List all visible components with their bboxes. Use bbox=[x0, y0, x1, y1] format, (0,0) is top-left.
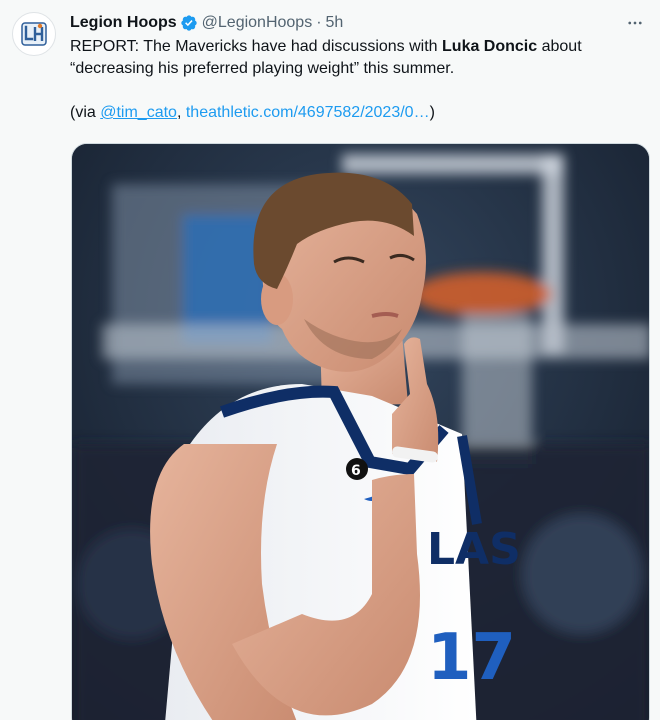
verified-badge-icon bbox=[180, 15, 197, 31]
author-display-name[interactable]: Legion Hoops bbox=[70, 12, 177, 34]
tweet-timestamp[interactable]: 5h bbox=[326, 12, 344, 34]
legion-hoops-logo-icon bbox=[21, 22, 47, 46]
tweet-card[interactable]: Legion Hoops @LegionHoops · 5h REPORT: T… bbox=[0, 0, 660, 720]
via-comma: , bbox=[176, 104, 186, 121]
jersey-number: 17 bbox=[427, 621, 516, 695]
tweet-photo[interactable]: LAS 17 6 bbox=[71, 143, 650, 720]
author-avatar[interactable] bbox=[12, 12, 56, 56]
photo-illustration: LAS 17 6 bbox=[72, 144, 649, 720]
text-spacer bbox=[70, 80, 630, 102]
jersey-lettering: LAS bbox=[427, 524, 521, 575]
tweet-header: Legion Hoops @LegionHoops · 5h bbox=[70, 12, 648, 34]
more-options-icon[interactable] bbox=[622, 12, 648, 34]
via-prefix: (via bbox=[70, 104, 101, 121]
mention-link[interactable]: @tim_cato bbox=[100, 104, 177, 121]
tweet-text: REPORT: The Mavericks have had discussio… bbox=[70, 36, 630, 124]
jersey-patch: 6 bbox=[351, 463, 361, 479]
via-suffix: ) bbox=[429, 104, 435, 121]
article-link[interactable]: theathletic.com/4697582/2023/0… bbox=[186, 104, 430, 121]
author-handle[interactable]: @LegionHoops bbox=[202, 12, 313, 34]
tweet-text-bold: Luka Doncic bbox=[442, 38, 538, 55]
tweet-body: Legion Hoops @LegionHoops · 5h REPORT: T… bbox=[70, 12, 648, 124]
tweet-text-part1: REPORT: The Mavericks have had discussio… bbox=[70, 38, 443, 55]
header-separator: · bbox=[316, 14, 322, 31]
